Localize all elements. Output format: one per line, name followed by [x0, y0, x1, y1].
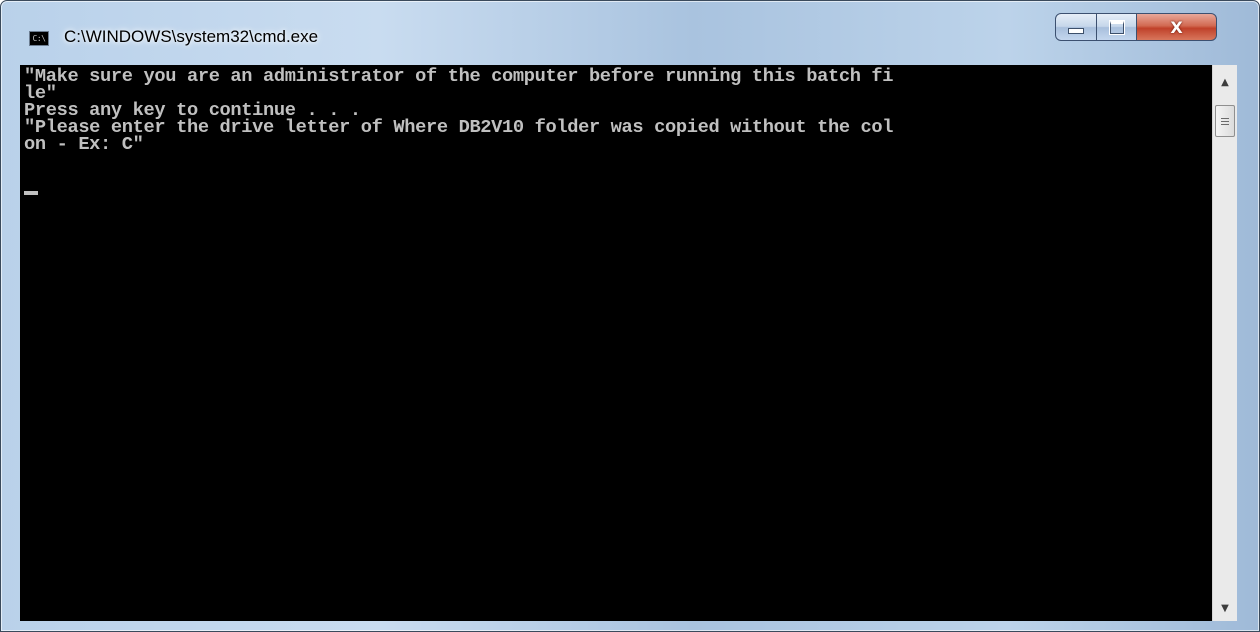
window-title: C:\WINDOWS\system32\cmd.exe — [64, 27, 319, 46]
grip-line — [1221, 120, 1229, 122]
scrollbar-thumb[interactable] — [1215, 105, 1235, 137]
scroll-down-arrow-icon[interactable]: ▼ — [1213, 597, 1237, 619]
title-bar[interactable]: C:\ C:\WINDOWS\system32\cmd.exe X — [1, 1, 1259, 65]
window-controls: X — [1055, 13, 1217, 41]
text-cursor — [24, 191, 38, 195]
window-bottom-frame — [1, 621, 1259, 631]
maximize-icon — [1108, 19, 1125, 35]
cmd-window: C:\ C:\WINDOWS\system32\cmd.exe X "Make … — [0, 0, 1260, 632]
scroll-up-arrow-icon[interactable]: ▲ — [1213, 71, 1237, 93]
maximize-button[interactable] — [1097, 13, 1137, 41]
cmd-app-icon[interactable]: C:\ — [29, 31, 49, 46]
console-output[interactable]: "Make sure you are an administrator of t… — [20, 65, 1212, 621]
minimize-button[interactable] — [1055, 13, 1097, 41]
vertical-scrollbar[interactable]: ▲ ▼ — [1212, 65, 1237, 621]
console-text: "Make sure you are an administrator of t… — [24, 65, 894, 155]
grip-line — [1221, 117, 1229, 119]
close-icon: X — [1170, 17, 1183, 37]
minimize-icon — [1068, 28, 1084, 34]
close-button[interactable]: X — [1137, 13, 1217, 41]
grip-line — [1221, 123, 1229, 125]
